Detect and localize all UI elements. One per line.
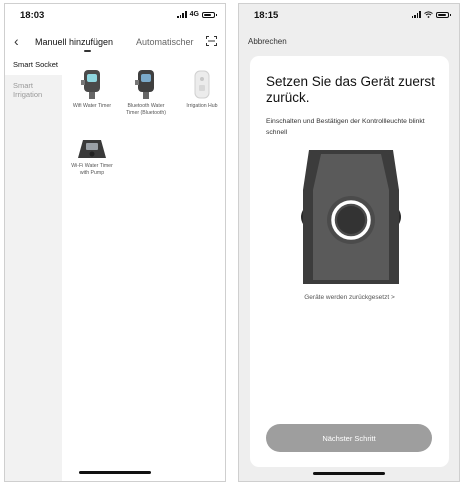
signal-icon	[177, 11, 187, 18]
next-step-button[interactable]: Nächster Schritt	[266, 424, 432, 452]
phone-screen-reset-device: 18:15 Abbrechen Setzen Sie das Gerät zue…	[238, 3, 460, 482]
device-reset-illustration	[301, 150, 401, 284]
status-bar: 18:15	[239, 4, 459, 26]
status-time: 18:03	[20, 10, 45, 21]
device-item-bluetooth-water-timer[interactable]: Bluetooth Water Timer (Bluetooth)	[121, 64, 171, 117]
cancel-button[interactable]: Abbrechen	[248, 37, 287, 46]
scan-icon[interactable]	[206, 36, 217, 46]
top-navigation: ‹ Manuell hinzufügen Automatischer	[5, 30, 225, 54]
signal-icon	[411, 11, 421, 18]
tab-manual-add[interactable]: Manuell hinzufügen	[35, 37, 113, 47]
device-label: Wi-Fi Water Timer with Pump	[71, 163, 113, 176]
reset-instructions-card: Setzen Sie das Gerät zuerst zurück. Eins…	[250, 56, 449, 467]
status-time: 18:15	[254, 10, 279, 21]
water-timer-pump-icon	[78, 140, 106, 158]
page-title: Setzen Sie das Gerät zuerst zurück.	[266, 74, 435, 105]
tab-automatic[interactable]: Automatischer	[136, 37, 194, 47]
instruction-text: Einschalten und Bestätigen der Kontrolll…	[266, 118, 425, 136]
sidebar-item-smart-irrigation[interactable]: Smart Irrigation	[5, 75, 62, 105]
device-item-wifi-water-timer[interactable]: Wifi Water Timer	[67, 64, 117, 110]
bluetooth-water-timer-icon	[135, 70, 154, 99]
resetting-devices-link[interactable]: Geräte werden zurückgesetzt >	[250, 294, 449, 301]
sidebar-item-smart-socket[interactable]: Smart Socket	[5, 54, 62, 75]
back-icon[interactable]: ‹	[14, 34, 19, 48]
device-label: Irrigation Hub	[186, 103, 218, 109]
water-timer-icon	[81, 70, 100, 99]
status-bar: 18:03 4G	[5, 4, 225, 26]
category-sidebar: Smart Socket Smart Irrigation	[5, 54, 62, 481]
network-type: 4G	[189, 11, 199, 18]
device-item-wifi-water-timer-pump[interactable]: Wi-Fi Water Timer with Pump	[67, 134, 117, 177]
device-item-irrigation-hub[interactable]: Irrigation Hub	[177, 64, 225, 110]
phone-screen-add-device: 18:03 4G ‹ Manuell hinzufügen Automatisc…	[4, 3, 226, 482]
active-tab-indicator	[84, 50, 91, 52]
wifi-icon	[424, 11, 433, 18]
battery-icon	[436, 11, 451, 18]
irrigation-hub-icon	[194, 70, 210, 99]
device-label: Wifi Water Timer	[72, 103, 112, 109]
device-label: Bluetooth Water Timer (Bluetooth)	[126, 103, 166, 116]
home-indicator	[79, 471, 151, 474]
battery-icon	[202, 11, 217, 18]
home-indicator	[313, 472, 385, 475]
